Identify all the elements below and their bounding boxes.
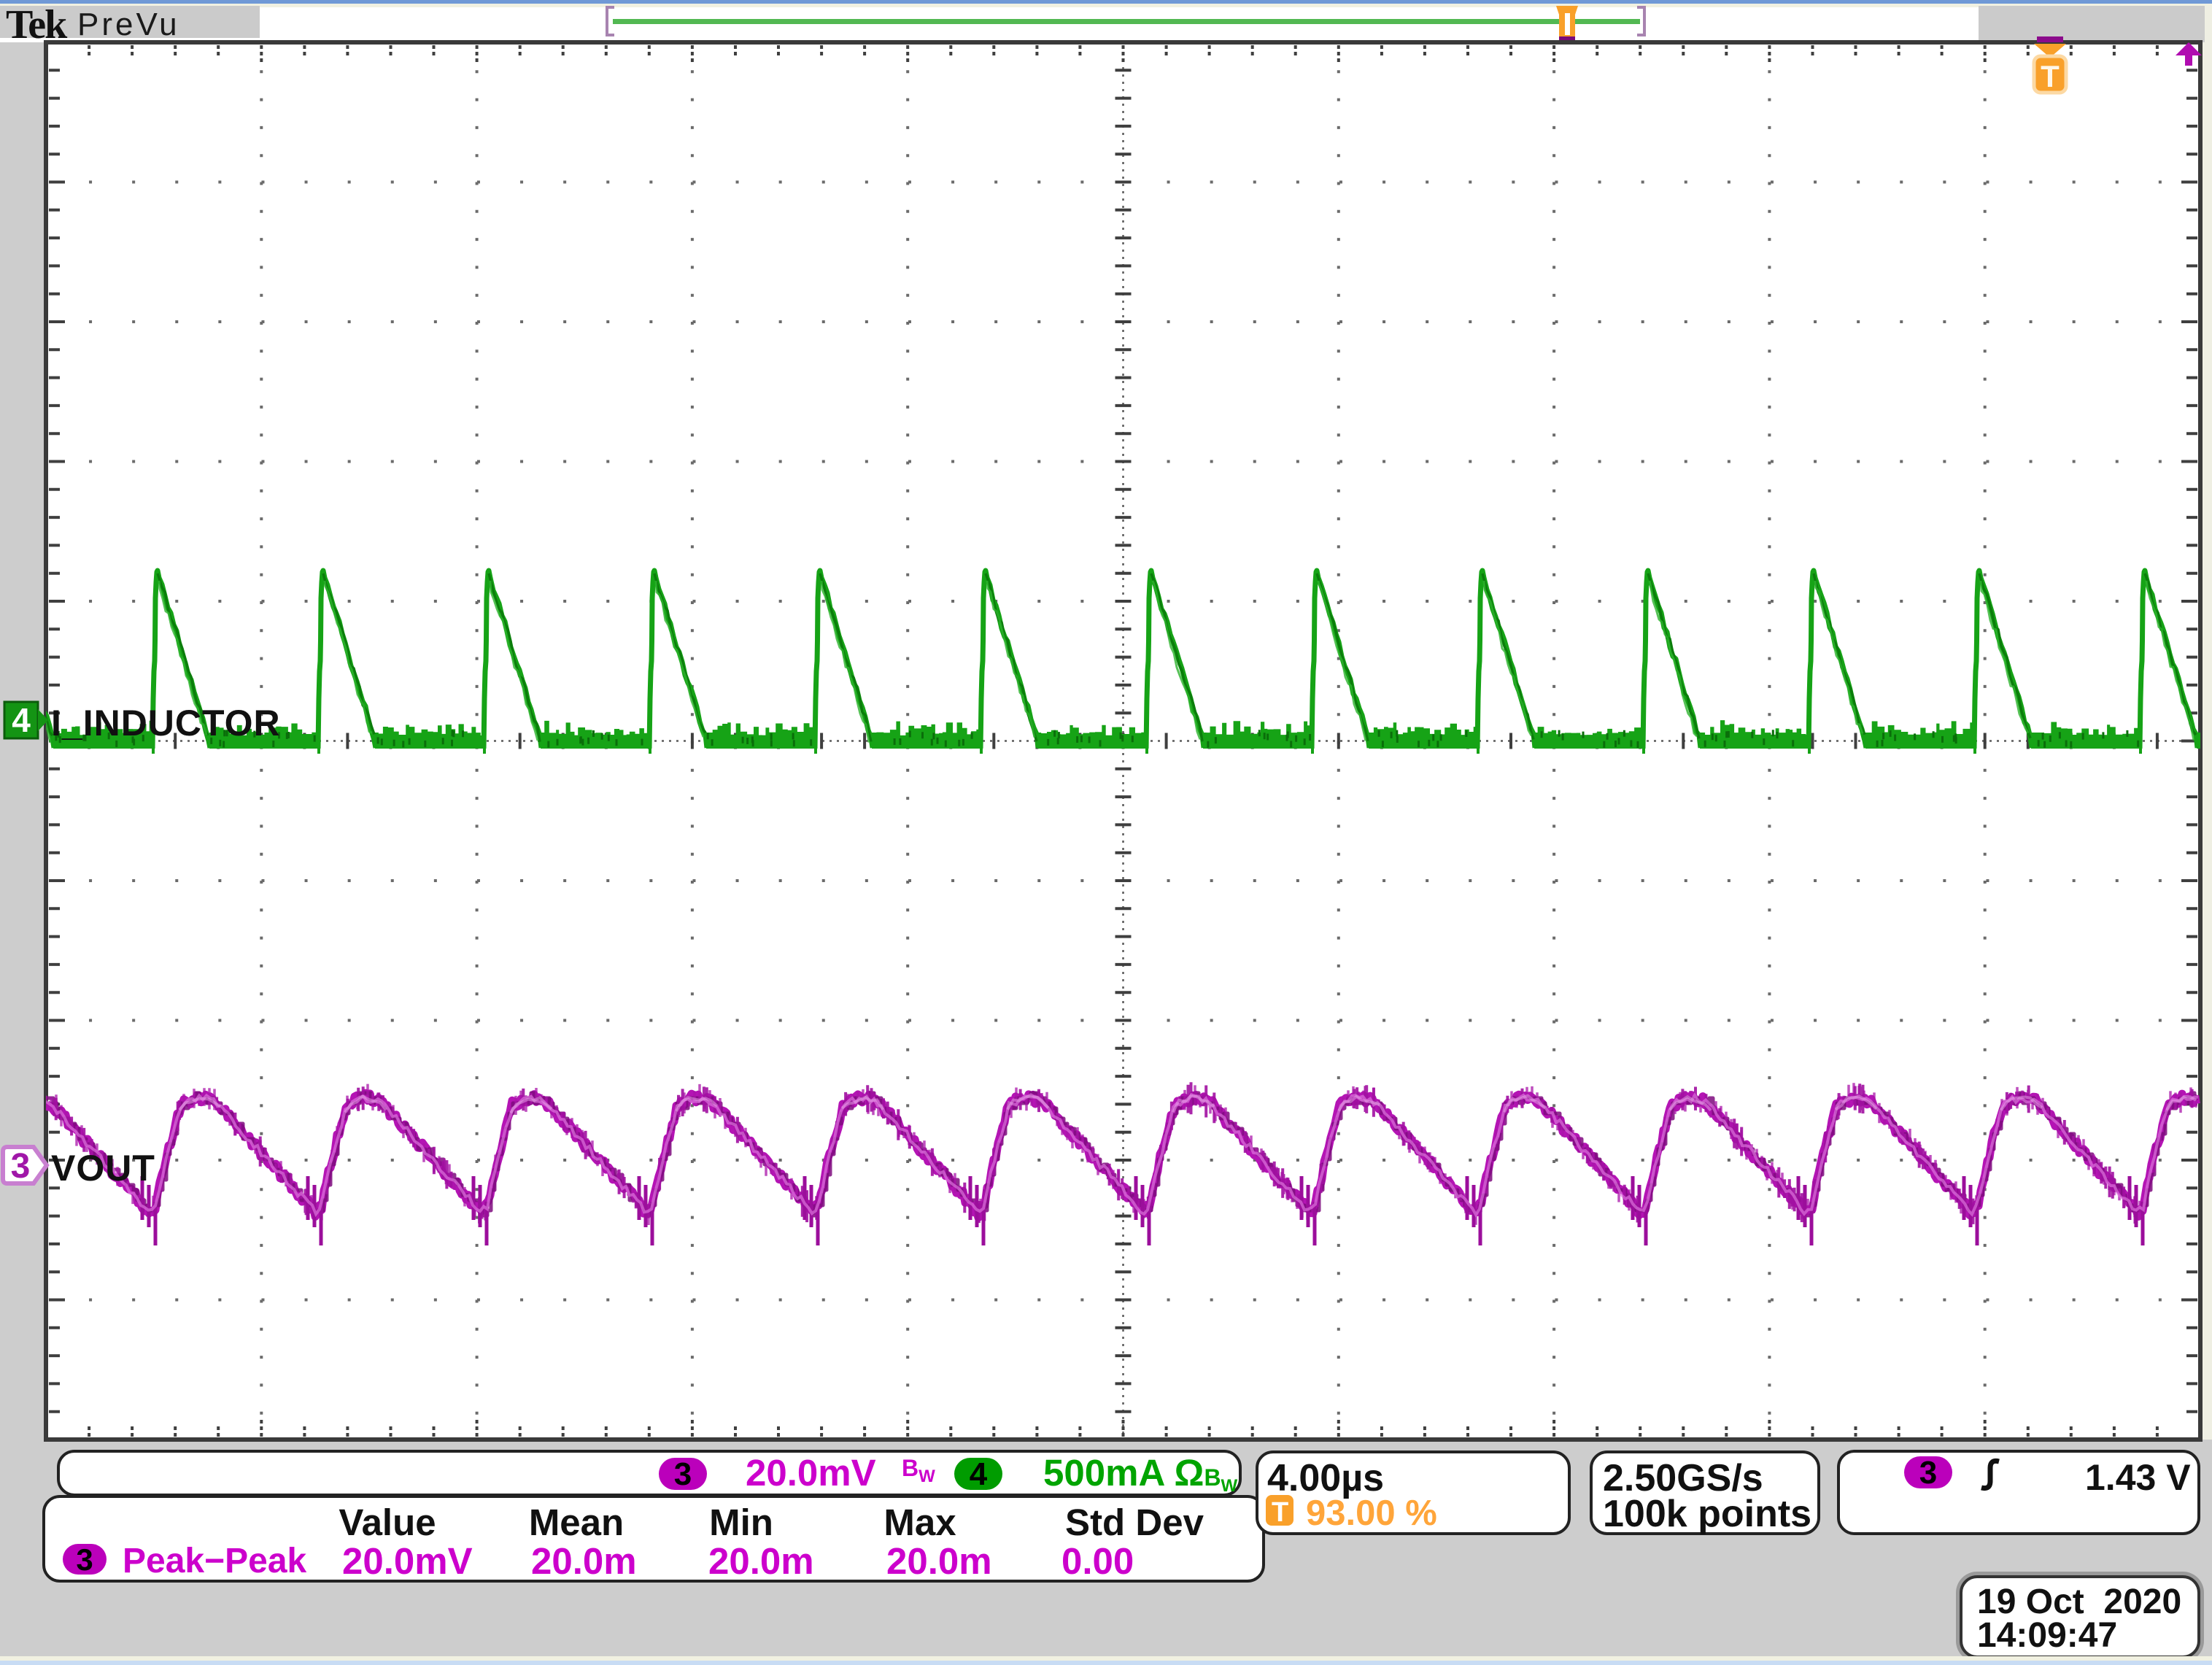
svg-text:3: 3 xyxy=(11,1147,31,1186)
svg-text:T: T xyxy=(2041,59,2060,93)
svg-text:4: 4 xyxy=(12,701,31,739)
